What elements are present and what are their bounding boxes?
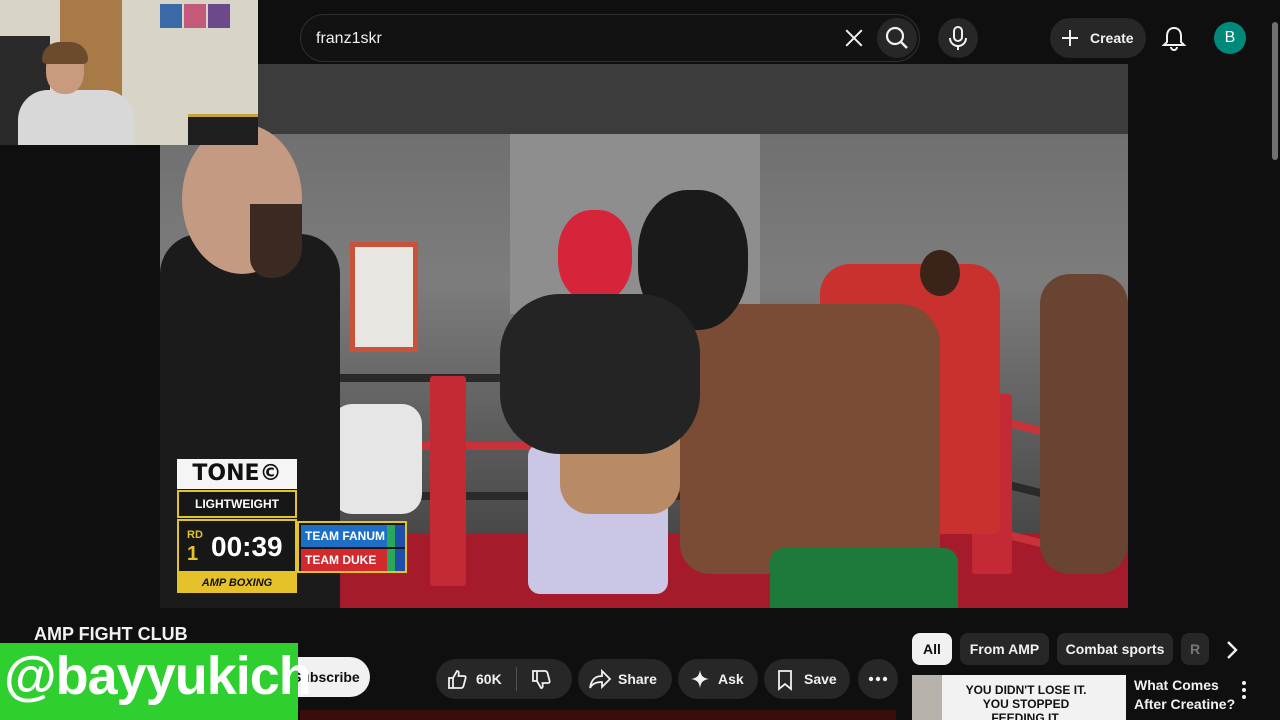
boxer-shorts-green (770, 548, 958, 608)
fight-type-label: LIGHTWEIGHT FIGHT (177, 490, 297, 535)
streamer (18, 90, 134, 145)
chip-from-amp[interactable]: From AMP (960, 633, 1049, 665)
team-a-color (395, 525, 405, 547)
account-avatar[interactable]: B (1214, 22, 1246, 54)
save-button[interactable]: Save (764, 659, 850, 699)
round-clock: RD 1 00:39 (177, 519, 297, 573)
ask-button[interactable]: Ask (678, 659, 758, 699)
amp-boxing-badge: AMP BOXING (177, 573, 297, 593)
description-preview (300, 710, 896, 720)
gym-doorway (350, 242, 418, 352)
search-button[interactable] (877, 18, 917, 58)
team-b-label: TEAM DUKE (301, 549, 387, 571)
team-b-color (395, 549, 405, 571)
like-dislike-group: 60K (436, 659, 572, 699)
like-divider (516, 667, 517, 691)
create-button[interactable]: Create (1050, 18, 1146, 58)
fight-score-overlay: TONE© LIGHTWEIGHT FIGHT RD 1 00:39 TEAM … (177, 459, 407, 595)
like-count[interactable]: 60K (476, 671, 502, 687)
video-player[interactable]: TONE© LIGHTWEIGHT FIGHT RD 1 00:39 TEAM … (160, 64, 1128, 608)
webcam-poster (208, 4, 230, 28)
more-vertical-icon[interactable] (1236, 680, 1252, 700)
waiting-fighter (1040, 274, 1128, 574)
voice-search-button[interactable] (938, 18, 978, 58)
streamer-hair (42, 42, 88, 64)
youtube-watch-page: franz1skr Create B TONE© LIGHTWEIGHT RD … (0, 0, 1280, 720)
recommended-video-title[interactable]: What Comes After Creatine? (1134, 676, 1238, 714)
scrollbar-thumb[interactable] (1272, 22, 1278, 160)
bookmark-icon (778, 670, 792, 691)
team-a-color (387, 525, 395, 547)
chip-related[interactable]: R (1181, 633, 1209, 665)
team-b-color (387, 549, 395, 571)
webcam-poster (160, 4, 182, 28)
boxing-glove (500, 294, 700, 454)
round-label: RD (187, 529, 203, 541)
ask-label: Ask (718, 671, 744, 687)
search-input[interactable]: franz1skr (316, 30, 382, 48)
more-horizontal-icon (868, 676, 888, 682)
search-icon (885, 26, 908, 49)
webcam-chair (188, 114, 258, 145)
more-actions-button[interactable] (858, 659, 898, 699)
share-icon (589, 668, 612, 690)
round-number: 1 (187, 543, 199, 565)
create-label: Create (1090, 30, 1134, 46)
webcam-poster (184, 4, 206, 28)
notifications-bell-icon[interactable] (1160, 24, 1188, 52)
streamer-webcam (0, 0, 258, 145)
share-label: Share (618, 671, 657, 687)
plus-icon (1062, 30, 1078, 46)
channel-name[interactable]: AMP FIGHT CLUB (34, 624, 188, 645)
streamer-watermark: @bayyukich (0, 643, 312, 720)
sponsor-brand: TONE© (177, 459, 297, 489)
team-a-label: TEAM FANUM (301, 525, 387, 547)
corner-pad (430, 376, 466, 586)
thumbnail-image (912, 675, 942, 720)
thumbnail-caption: YOU DIDN'T LOSE IT. YOU STOPPED FEEDING … (965, 683, 1087, 720)
watermark-text: @bayyukich (4, 646, 312, 706)
fight-clock: 00:39 (211, 531, 283, 562)
chip-combat-sports[interactable]: Combat sports (1057, 633, 1173, 665)
chip-all[interactable]: All (912, 633, 952, 665)
thumbs-up-icon[interactable] (446, 668, 468, 690)
microphone-icon (949, 26, 967, 50)
chevron-right-icon[interactable] (1220, 638, 1244, 662)
red-headgear (558, 210, 632, 302)
sparkle-icon (691, 670, 709, 688)
search-box[interactable]: franz1skr (300, 14, 920, 62)
coach-head (920, 250, 960, 296)
save-label: Save (804, 671, 837, 687)
thumbs-down-icon[interactable] (530, 669, 552, 691)
recommended-video-thumbnail[interactable]: YOU DIDN'T LOSE IT. YOU STOPPED FEEDING … (912, 675, 1126, 720)
boxer-foreground (680, 304, 940, 574)
teams-panel: TEAM FANUM TEAM DUKE (297, 521, 407, 573)
clear-search-icon[interactable] (841, 25, 867, 51)
share-button[interactable]: Share (578, 659, 672, 699)
referee-beard (250, 204, 302, 278)
gym-ceiling (160, 64, 1128, 134)
